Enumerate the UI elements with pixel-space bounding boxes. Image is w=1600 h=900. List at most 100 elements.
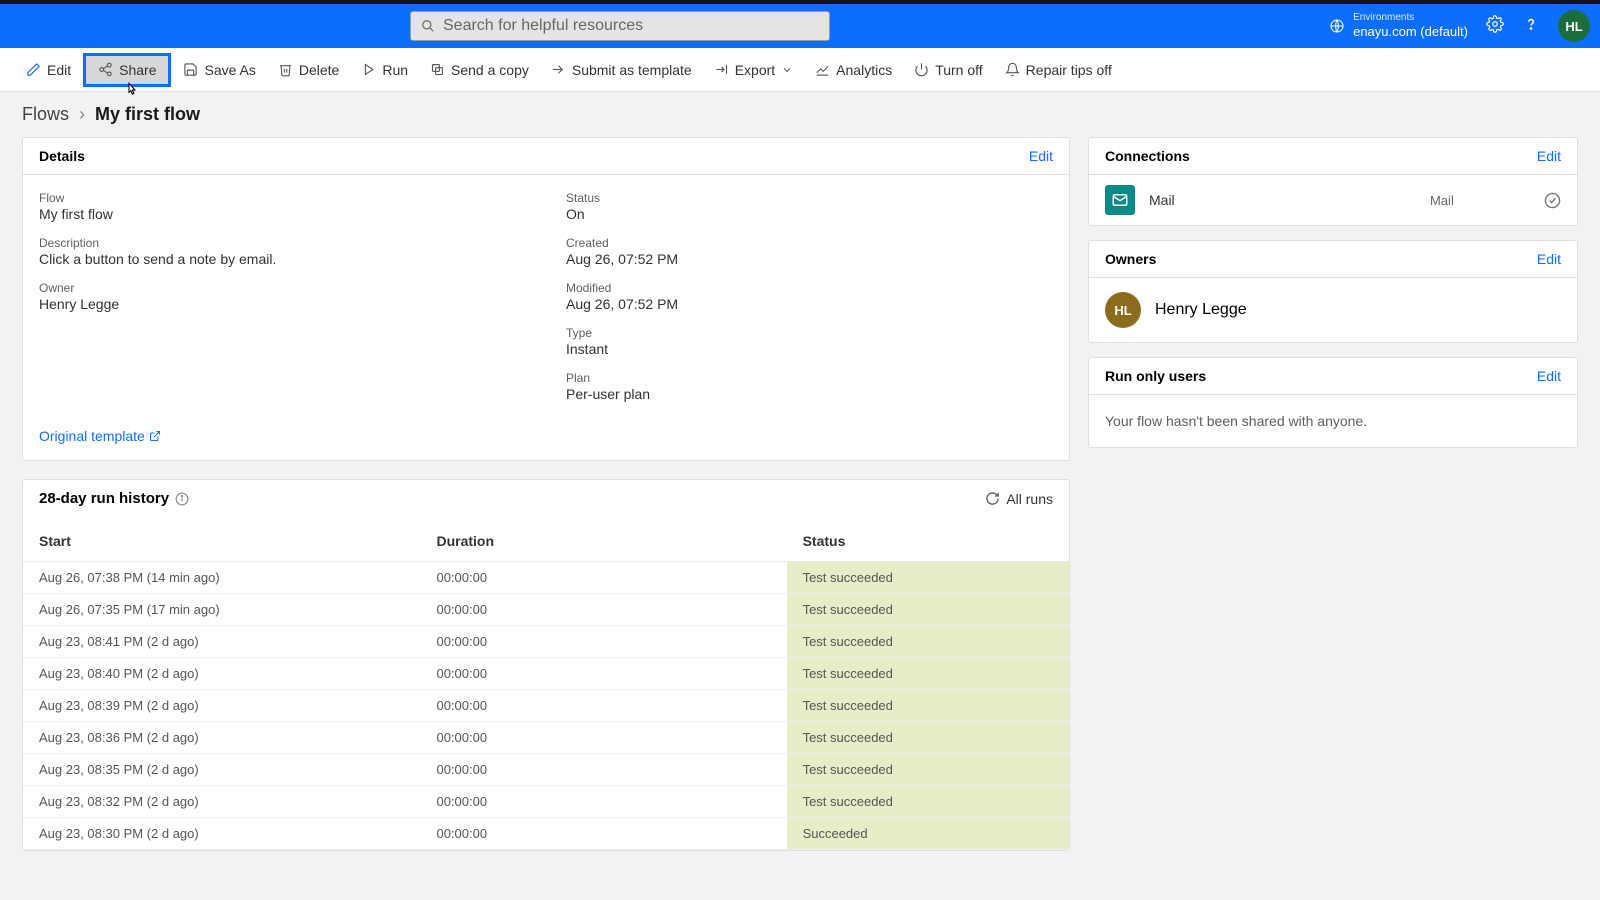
owner-avatar: HL [1105,292,1141,328]
save-icon [183,62,198,77]
search-input[interactable]: Search for helpful resources [410,11,830,41]
owner-name: Henry Legge [1155,301,1247,319]
run-button[interactable]: Run [351,56,418,84]
run-start: Aug 23, 08:40 PM (2 d ago) [23,658,420,690]
submit-template-button[interactable]: Submit as template [541,56,702,84]
run-history-title: 28-day run history [39,490,169,507]
command-bar: Edit Share Save As Delete Run Send a cop… [0,48,1600,92]
details-title: Details [39,148,85,164]
col-status: Status [787,517,1069,562]
connections-card: Connections Edit Mail Mail [1088,137,1578,226]
run-duration: 00:00:00 [420,722,786,754]
top-bar: Search for helpful resources Environment… [0,4,1600,48]
trash-icon [278,62,293,77]
run-start: Aug 26, 07:38 PM (14 min ago) [23,562,420,594]
connections-title: Connections [1105,148,1190,164]
run-status: Test succeeded [787,594,1069,626]
run-only-title: Run only users [1105,368,1206,384]
table-row[interactable]: Aug 26, 07:38 PM (14 min ago) 00:00:00 T… [23,562,1069,594]
export-button[interactable]: Export [704,56,803,84]
table-row[interactable]: Aug 23, 08:35 PM (2 d ago) 00:00:00 Test… [23,754,1069,786]
turn-off-button[interactable]: Turn off [904,56,992,84]
environment-value: enayu.com (default) [1353,24,1468,40]
run-history-table: Start Duration Status Aug 26, 07:38 PM (… [23,517,1069,850]
run-start: Aug 26, 07:35 PM (17 min ago) [23,594,420,626]
run-status: Test succeeded [787,562,1069,594]
search-icon [421,19,435,33]
run-duration: 00:00:00 [420,658,786,690]
edit-button[interactable]: Edit [16,56,81,84]
run-start: Aug 23, 08:41 PM (2 d ago) [23,626,420,658]
run-status: Succeeded [787,818,1069,850]
external-link-icon [149,430,161,442]
table-row[interactable]: Aug 23, 08:30 PM (2 d ago) 00:00:00 Succ… [23,818,1069,850]
connections-edit-link[interactable]: Edit [1537,148,1561,164]
table-row[interactable]: Aug 23, 08:41 PM (2 d ago) 00:00:00 Test… [23,626,1069,658]
run-duration: 00:00:00 [420,818,786,850]
owner-row[interactable]: HL Henry Legge [1089,278,1577,342]
play-icon [361,62,376,77]
run-only-users-card: Run only users Edit Your flow hasn't bee… [1088,357,1578,448]
run-start: Aug 23, 08:39 PM (2 d ago) [23,690,420,722]
breadcrumb: Flows › My first flow [0,92,1600,133]
mail-icon [1105,185,1135,215]
breadcrumb-current: My first flow [95,104,200,125]
settings-icon[interactable] [1486,15,1504,38]
info-icon[interactable] [175,492,189,506]
run-status: Test succeeded [787,754,1069,786]
run-start: Aug 23, 08:35 PM (2 d ago) [23,754,420,786]
table-row[interactable]: Aug 23, 08:32 PM (2 d ago) 00:00:00 Test… [23,786,1069,818]
table-row[interactable]: Aug 26, 07:35 PM (17 min ago) 00:00:00 T… [23,594,1069,626]
breadcrumb-root[interactable]: Flows [22,104,69,125]
environment-picker[interactable]: Environments enayu.com (default) [1329,12,1468,40]
details-card: Details Edit FlowMy first flow Descripti… [22,137,1070,461]
run-duration: 00:00:00 [420,786,786,818]
user-avatar[interactable]: HL [1558,10,1590,42]
col-start: Start [23,517,420,562]
pencil-icon [26,62,41,77]
table-row[interactable]: Aug 23, 08:39 PM (2 d ago) 00:00:00 Test… [23,690,1069,722]
help-icon[interactable] [1522,15,1540,38]
run-only-edit-link[interactable]: Edit [1537,368,1561,384]
details-edit-link[interactable]: Edit [1029,148,1053,164]
connection-row[interactable]: Mail Mail [1089,175,1577,225]
save-as-button[interactable]: Save As [173,56,265,84]
environment-icon [1329,18,1345,34]
refresh-icon [985,491,1000,506]
run-duration: 00:00:00 [420,594,786,626]
connection-type: Mail [1430,193,1530,208]
run-history-card: 28-day run history All runs Start Durati… [22,479,1070,851]
bell-icon [1005,62,1020,77]
run-status: Test succeeded [787,690,1069,722]
export-icon [714,62,729,77]
repair-tips-button[interactable]: Repair tips off [995,56,1122,84]
original-template-link[interactable]: Original template [39,428,161,444]
table-row[interactable]: Aug 23, 08:36 PM (2 d ago) 00:00:00 Test… [23,722,1069,754]
table-row[interactable]: Aug 23, 08:40 PM (2 d ago) 00:00:00 Test… [23,658,1069,690]
send-copy-button[interactable]: Send a copy [420,56,539,84]
search-placeholder: Search for helpful resources [443,17,643,35]
all-runs-link[interactable]: All runs [985,491,1053,507]
run-duration: 00:00:00 [420,562,786,594]
copy-icon [430,62,445,77]
chevron-right-icon: › [79,104,85,125]
run-status: Test succeeded [787,626,1069,658]
run-start: Aug 23, 08:32 PM (2 d ago) [23,786,420,818]
share-icon [98,62,113,77]
run-start: Aug 23, 08:36 PM (2 d ago) [23,722,420,754]
run-status: Test succeeded [787,786,1069,818]
environment-label: Environments [1353,12,1468,24]
delete-button[interactable]: Delete [268,56,349,84]
owners-edit-link[interactable]: Edit [1537,251,1561,267]
connection-name: Mail [1149,192,1416,208]
power-icon [914,62,929,77]
owners-card: Owners Edit HL Henry Legge [1088,240,1578,343]
run-status: Test succeeded [787,722,1069,754]
run-duration: 00:00:00 [420,626,786,658]
analytics-button[interactable]: Analytics [805,56,902,84]
share-button[interactable]: Share [83,53,171,87]
run-duration: 00:00:00 [420,754,786,786]
col-duration: Duration [420,517,786,562]
owners-title: Owners [1105,251,1156,267]
chevron-down-icon [781,64,793,76]
